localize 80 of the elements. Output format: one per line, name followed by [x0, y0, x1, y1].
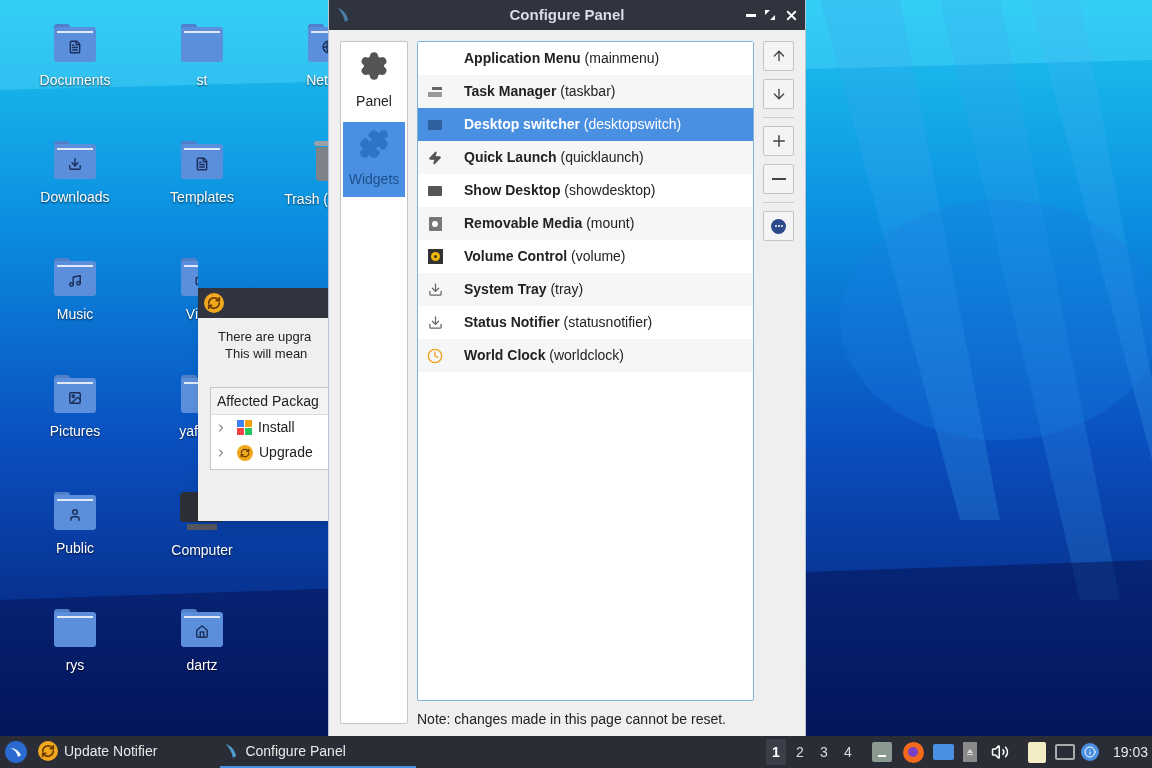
- icon-label[interactable]: Music: [56, 304, 94, 325]
- widget-label: World Clock (worldclock): [464, 346, 624, 365]
- dialog-message: There are upgra: [217, 328, 313, 345]
- more-icon: [771, 218, 786, 234]
- restore-icon[interactable]: [764, 9, 776, 21]
- clock-icon: [427, 347, 443, 364]
- tree-item[interactable]: Install: [211, 415, 338, 440]
- folder-icon: [54, 141, 96, 179]
- move-down-button[interactable]: [763, 79, 794, 109]
- icon-label[interactable]: yaf: [179, 421, 198, 442]
- folder-icon: [54, 24, 96, 62]
- folder-icon: [54, 492, 96, 530]
- icon-label[interactable]: Vi: [185, 304, 198, 325]
- notification-icon[interactable]: [1080, 743, 1099, 761]
- widget-label: Task Manager (taskbar): [464, 82, 616, 101]
- sync-icon: [38, 741, 58, 761]
- browser-icon[interactable]: [902, 741, 924, 763]
- speaker-icon: [427, 249, 443, 264]
- move-up-button[interactable]: [763, 41, 794, 71]
- widget-row[interactable]: Quick Launch (quicklaunch): [418, 141, 753, 174]
- folder-icon: [181, 609, 223, 647]
- drive-icon: [428, 216, 442, 231]
- widget-row[interactable]: Task Manager (taskbar): [418, 75, 753, 108]
- widget-label: Desktop switcher (desktopswitch): [464, 115, 682, 134]
- icon-label[interactable]: Public: [55, 538, 95, 559]
- window-title: Configure Panel: [509, 4, 625, 25]
- widget-row[interactable]: System Tray (tray): [418, 273, 753, 306]
- icon-label[interactable]: Pictures: [49, 421, 101, 442]
- widget-label: Volume Control (volume): [464, 247, 626, 266]
- desktop-switch-button[interactable]: 2: [789, 739, 810, 765]
- column-header: Affected Packag: [217, 391, 319, 411]
- widget-label: Application Menu (mainmenu): [464, 49, 660, 68]
- puzzle-icon: [359, 129, 389, 159]
- start-menu-icon[interactable]: [5, 741, 27, 763]
- folder-icon: [54, 258, 96, 296]
- remove-button[interactable]: [763, 164, 794, 194]
- tree-label: Upgrade: [259, 443, 313, 462]
- sync-icon: [237, 444, 253, 461]
- folder-icon: [54, 375, 96, 413]
- icon-label[interactable]: rys: [65, 655, 85, 676]
- more-button[interactable]: [763, 211, 794, 241]
- desktop-icon[interactable]: [932, 744, 954, 760]
- folder-icon: [181, 141, 223, 179]
- desktop-switch-button[interactable]: 3: [813, 739, 834, 765]
- dialog-message: This will mean: [224, 345, 309, 362]
- icon-label[interactable]: dartz: [186, 655, 218, 676]
- desktop-switch-button[interactable]: 4: [837, 739, 858, 765]
- desktop-widget-icon: [428, 119, 442, 130]
- desktop-switch-button[interactable]: 1: [765, 739, 786, 765]
- taskbar-widget-icon: [428, 86, 442, 97]
- file-cabinet-icon[interactable]: [871, 742, 892, 762]
- note-text: Note: changes made in this page cannot be reset.: [417, 710, 727, 729]
- icon-label[interactable]: Computer: [171, 540, 233, 561]
- add-button[interactable]: [763, 126, 794, 156]
- volume-icon[interactable]: [990, 743, 1009, 761]
- widget-label: Removable Media (mount): [464, 214, 635, 233]
- sync-icon: [204, 293, 224, 313]
- widget-row[interactable]: World Clock (worldclock): [418, 339, 753, 372]
- minus-icon: [771, 178, 786, 180]
- eject-icon[interactable]: [962, 742, 977, 762]
- widget-label: Status Notifier (statusnotifier): [464, 313, 653, 332]
- widget-label: Show Desktop (showdesktop): [464, 181, 656, 200]
- down-arrow-icon: [427, 315, 443, 330]
- folder-icon: [181, 24, 223, 62]
- lightning-icon: [428, 150, 442, 165]
- folder-icon: [54, 609, 96, 647]
- clipboard-icon[interactable]: [1027, 741, 1046, 763]
- down-arrow-icon: [427, 282, 443, 297]
- widget-label: Quick Launch (quicklaunch): [464, 148, 644, 167]
- widget-row[interactable]: Removable Media (mount): [418, 207, 753, 240]
- task-button[interactable]: Update Notifier: [35, 736, 161, 768]
- minimize-icon[interactable]: [746, 13, 756, 17]
- widget-label: System Tray (tray): [464, 280, 584, 299]
- desktop-widget-icon: [428, 185, 442, 196]
- tree-label: Install: [258, 418, 295, 437]
- clock-text[interactable]: 19:03: [1112, 741, 1148, 763]
- tree-item[interactable]: Upgrade: [211, 440, 338, 465]
- network-icon[interactable]: [1054, 744, 1075, 760]
- package-icon: [237, 420, 252, 435]
- task-button[interactable]: Configure Panel: [220, 736, 417, 768]
